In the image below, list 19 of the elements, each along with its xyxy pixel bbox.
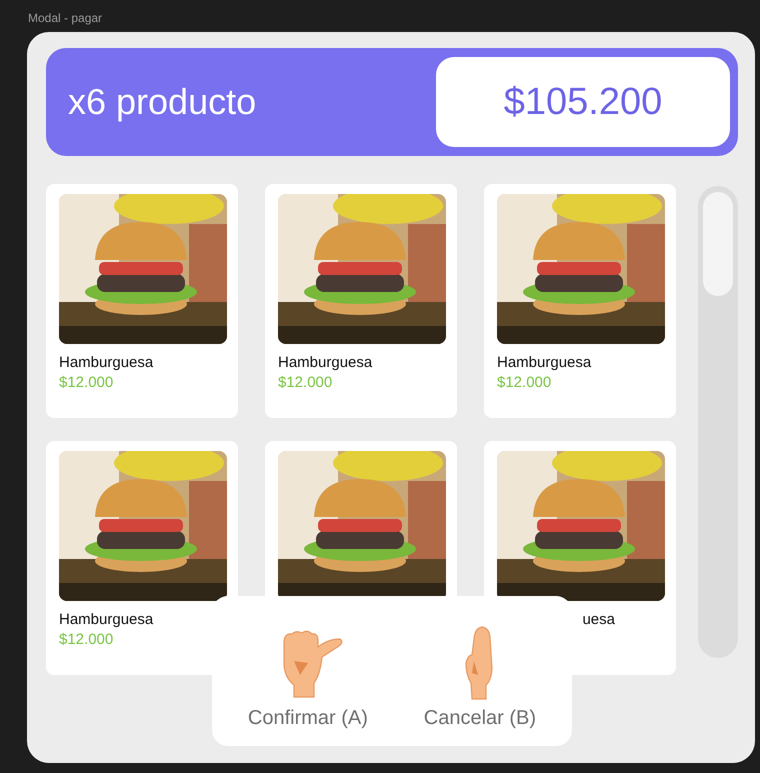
product-count: x6 producto xyxy=(68,81,256,123)
scrollbar-thumb[interactable] xyxy=(703,192,733,296)
product-card[interactable]: Hamburguesa $12.000 xyxy=(484,184,676,418)
product-name: Hamburguesa xyxy=(59,354,154,371)
product-price: $12.000 xyxy=(59,631,114,648)
product-card[interactable]: Hamburguesa $12.000 xyxy=(46,441,238,675)
product-card[interactable]: Hamburguesa $12.000 xyxy=(46,184,238,418)
product-price: $12.000 xyxy=(59,374,114,391)
scrollbar[interactable] xyxy=(698,186,738,658)
product-name: uesa xyxy=(582,611,615,628)
product-name: Hamburguesa xyxy=(59,611,154,628)
product-price: $12.000 xyxy=(497,374,552,391)
total-amount: $105.200 xyxy=(436,57,730,147)
product-name: Hamburguesa xyxy=(278,354,374,371)
confirm-button[interactable]: Confirmar (A) xyxy=(248,625,368,730)
product-card[interactable]: Hamburguesa $12.000 xyxy=(265,184,457,418)
frame-label: Modal - pagar xyxy=(28,11,102,25)
product-name: Hamburguesa xyxy=(497,354,592,371)
product-price: $12.000 xyxy=(278,374,334,391)
